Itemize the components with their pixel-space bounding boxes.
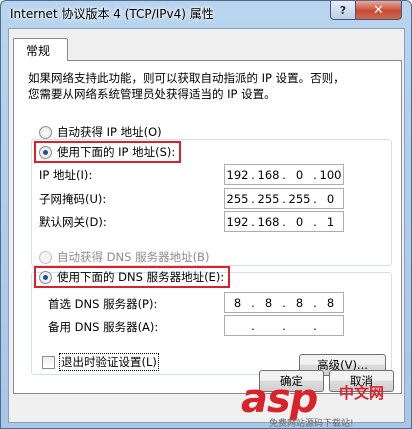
- validate-on-exit-checkbox[interactable]: [42, 355, 55, 369]
- preferred-dns-octet-2[interactable]: 8: [256, 296, 281, 310]
- dns-auto-label: 自动获得 DNS 服务器地址(B): [57, 250, 210, 264]
- ip-address-field[interactable]: 192. 168. 0. 100: [224, 164, 344, 185]
- gateway-octet-4[interactable]: 1: [318, 215, 343, 229]
- validate-on-exit-label: 退出时验证设置(L): [59, 353, 159, 371]
- alternate-dns-label: 备用 DNS 服务器(A):: [48, 320, 159, 334]
- ip-manual-radio[interactable]: [39, 145, 52, 159]
- ip-octet-2[interactable]: 168: [256, 168, 281, 182]
- mask-octet-3[interactable]: 255: [287, 192, 312, 206]
- ip-octet-3[interactable]: 0: [287, 168, 312, 182]
- dns-auto-radio[interactable]: [39, 250, 52, 264]
- gateway-octet-3[interactable]: 0: [287, 215, 312, 229]
- dns-manual-radio[interactable]: [39, 270, 52, 284]
- description-line-1: 如果网络支持此功能，则可以获取自动指派的 IP 设置。否则，: [28, 71, 345, 85]
- close-button[interactable]: ✕: [355, 1, 402, 20]
- watermark-cn: 中文网: [339, 384, 385, 402]
- preferred-dns-octet-4[interactable]: 8: [318, 296, 343, 310]
- alternate-dns-field[interactable]: . . .: [224, 315, 344, 336]
- dialog-window: Internet 协议版本 4 (TCP/IPv4) 属性 ? ✕ 常规 如果网…: [0, 0, 412, 429]
- ip-octet-4[interactable]: 100: [318, 168, 343, 182]
- description-text: 如果网络支持此功能，则可以获取自动指派的 IP 设置。否则， 您需要从网络系统管…: [28, 70, 378, 102]
- gateway-octet-2[interactable]: 168: [256, 215, 281, 229]
- ip-auto-radio[interactable]: [39, 125, 52, 139]
- site-watermark: asp 中文网 免费网站源码下载站!: [241, 376, 412, 429]
- mask-octet-2[interactable]: 255: [256, 192, 281, 206]
- preferred-dns-octet-3[interactable]: 8: [287, 296, 312, 310]
- question-mark-icon: ?: [339, 3, 347, 17]
- dns-auto-radio-row[interactable]: 自动获得 DNS 服务器地址(B): [39, 249, 209, 265]
- subnet-mask-label: 子网掩码(U):: [39, 192, 107, 206]
- tab-general[interactable]: 常规: [13, 38, 68, 61]
- mask-octet-4[interactable]: 0: [318, 192, 343, 206]
- dialog-client-area: 常规 如果网络支持此功能，则可以获取自动指派的 IP 设置。否则， 您需要从网络…: [8, 28, 405, 423]
- default-gateway-label: 默认网关(D):: [39, 215, 107, 229]
- gateway-octet-1[interactable]: 192: [225, 215, 250, 229]
- title-bar[interactable]: Internet 协议版本 4 (TCP/IPv4) 属性 ? ✕: [1, 1, 411, 27]
- ip-manual-radio-row[interactable]: 使用下面的 IP 地址(S):: [34, 141, 182, 163]
- subnet-mask-field[interactable]: 255. 255. 255. 0: [224, 188, 344, 209]
- default-gateway-field[interactable]: 192. 168. 0. 1: [224, 211, 344, 232]
- ip-octet-1[interactable]: 192: [225, 168, 250, 182]
- watermark-subtitle: 免费网站源码下载站!: [269, 419, 354, 429]
- ip-auto-radio-row[interactable]: 自动获得 IP 地址(O): [39, 124, 162, 140]
- preferred-dns-field[interactable]: 8. 8. 8. 8: [224, 292, 344, 313]
- ip-manual-label: 使用下面的 IP 地址(S):: [57, 145, 176, 159]
- help-button[interactable]: ?: [330, 1, 356, 20]
- dns-manual-radio-row[interactable]: 使用下面的 DNS 服务器地址(E):: [34, 266, 231, 288]
- preferred-dns-label: 首选 DNS 服务器(P):: [48, 297, 158, 311]
- dns-manual-label: 使用下面的 DNS 服务器地址(E):: [57, 270, 225, 284]
- preferred-dns-octet-1[interactable]: 8: [225, 296, 250, 310]
- window-title: Internet 协议版本 4 (TCP/IPv4) 属性: [10, 7, 214, 21]
- ip-auto-label: 自动获得 IP 地址(O): [57, 125, 162, 139]
- tab-panel-general: 如果网络支持此功能，则可以获取自动指派的 IP 设置。否则， 您需要从网络系统管…: [13, 60, 402, 394]
- close-x-icon: ✕: [373, 2, 384, 18]
- ip-address-label: IP 地址(I):: [39, 168, 93, 182]
- mask-octet-1[interactable]: 255: [225, 192, 250, 206]
- validate-on-exit-row[interactable]: 退出时验证设置(L): [42, 353, 159, 371]
- description-line-2: 您需要从网络系统管理员处获得适当的 IP 设置。: [28, 87, 276, 101]
